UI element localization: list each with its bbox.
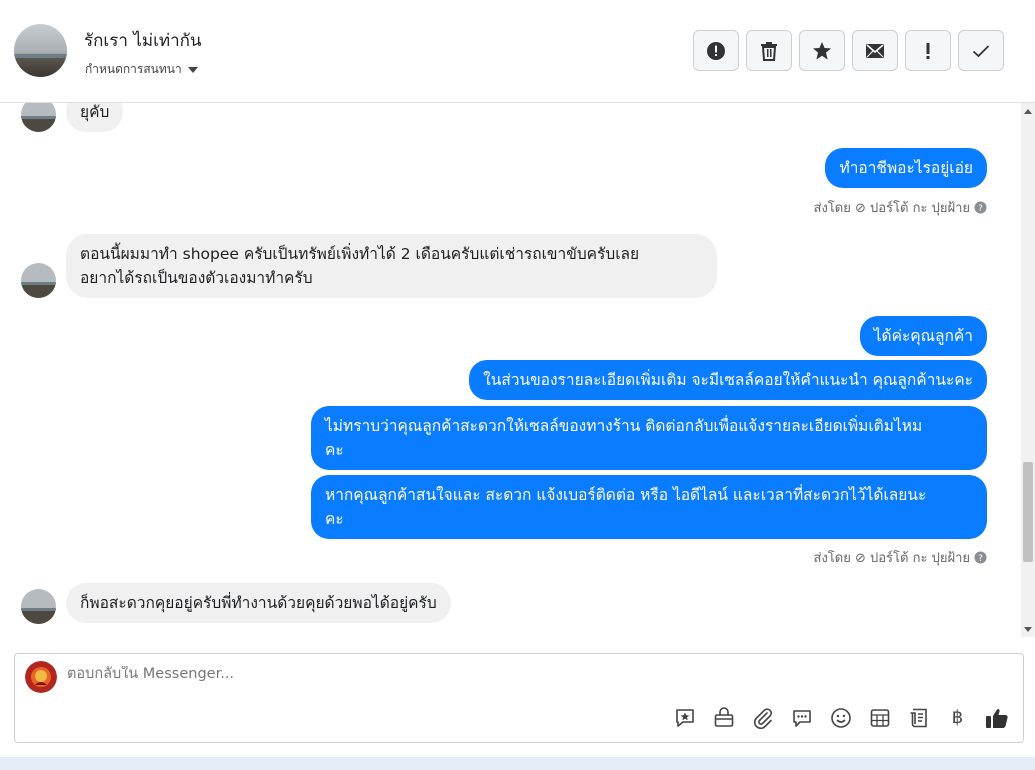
emoji-icon bbox=[830, 707, 851, 728]
emoji-button[interactable] bbox=[827, 704, 854, 731]
thumbs-up-icon bbox=[985, 708, 1008, 728]
paperclip-icon bbox=[753, 707, 772, 729]
message-bubble-incoming: ยุคับ bbox=[66, 103, 124, 132]
thread-scrollbar[interactable] bbox=[1021, 103, 1035, 637]
contact-name: รักเรา ไม่เท่ากัน bbox=[84, 31, 202, 51]
quick-reply-button[interactable] bbox=[788, 704, 815, 731]
svg-text:?: ? bbox=[978, 204, 983, 214]
envelope-icon bbox=[866, 43, 884, 58]
customer-avatar[interactable] bbox=[21, 103, 56, 132]
message-thread[interactable]: ยุคับ ทำอาชีพอะไรอยู่เอ่ย ส่งโดย ⊘ ปอร์โ… bbox=[0, 103, 1021, 637]
delete-button[interactable] bbox=[746, 30, 792, 71]
attach-button[interactable] bbox=[749, 704, 776, 731]
check-icon bbox=[972, 44, 990, 57]
scroll-down-icon[interactable] bbox=[1024, 627, 1032, 632]
scroll-thumb[interactable] bbox=[1023, 462, 1033, 562]
composer-toolbar: ฿ bbox=[671, 704, 1010, 731]
table-icon bbox=[870, 708, 889, 727]
message-bubble-outgoing: ได้ค่ะคุณลูกค้า bbox=[859, 316, 987, 356]
appointment-button[interactable] bbox=[866, 704, 893, 731]
reply-input[interactable] bbox=[67, 666, 967, 682]
important-button[interactable] bbox=[905, 30, 951, 71]
assign-label: กำหนดการสนทนา bbox=[85, 62, 182, 76]
help-icon[interactable]: ? bbox=[974, 201, 987, 214]
alert-circle-icon bbox=[707, 41, 725, 60]
saved-reply-button[interactable] bbox=[671, 704, 698, 731]
caret-down-icon bbox=[187, 66, 198, 73]
message-bubble-outgoing: ในส่วนของรายละเอียดเพิ่มเติม จะมีเซลล์คอ… bbox=[469, 360, 987, 400]
scroll-up-icon[interactable] bbox=[1024, 109, 1032, 114]
baht-icon: ฿ bbox=[951, 707, 964, 728]
shop-button[interactable] bbox=[710, 704, 737, 731]
conversation-header: รักเรา ไม่เท่ากัน กำหนดการสนทนา bbox=[0, 0, 1035, 103]
trash-icon bbox=[761, 41, 777, 61]
payment-button[interactable]: ฿ bbox=[944, 704, 971, 731]
exclamation-icon bbox=[926, 42, 930, 59]
help-icon[interactable]: ? bbox=[974, 551, 987, 564]
customer-avatar[interactable] bbox=[21, 589, 56, 624]
sent-by-label: ส่งโดย ⊘ ปอร์โต้ กะ ปุยฝ้าย ? bbox=[814, 197, 987, 218]
report-button[interactable] bbox=[693, 30, 739, 71]
message-bubble-incoming: ตอนนี้ผมมาทำ shopee ครับเป็นทรัพย์เพิ่งท… bbox=[66, 234, 717, 298]
message-bubble-outgoing: ทำอาชีพอะไรอยู่เอ่ย bbox=[825, 148, 987, 188]
reply-composer: ฿ bbox=[14, 653, 1024, 743]
star-button[interactable] bbox=[799, 30, 845, 71]
sent-by-label: ส่งโดย ⊘ ปอร์โต้ กะ ปุยฝ้าย ? bbox=[814, 547, 987, 568]
shopping-bag-icon bbox=[714, 706, 733, 727]
like-button[interactable] bbox=[983, 704, 1010, 731]
star-icon bbox=[813, 41, 831, 59]
mark-done-button[interactable] bbox=[958, 30, 1004, 71]
page-avatar bbox=[25, 661, 57, 693]
conversation-panel: รักเรา ไม่เท่ากัน กำหนดการสนทนา ยุคับ ทำ… bbox=[0, 0, 1035, 757]
mark-unread-button[interactable] bbox=[852, 30, 898, 71]
assign-conversation-dropdown[interactable]: กำหนดการสนทนา bbox=[85, 60, 198, 79]
message-bubble-outgoing: ไม่ทราบว่าคุณลูกค้าสะดวกให้เซลล์ของทางร้… bbox=[311, 406, 987, 470]
header-actions bbox=[693, 30, 1004, 71]
svg-text:?: ? bbox=[978, 554, 983, 564]
contact-avatar[interactable] bbox=[14, 24, 67, 77]
chat-bubble-icon bbox=[792, 709, 811, 727]
sent-by-text: ส่งโดย ⊘ ปอร์โต้ กะ ปุยฝ้าย bbox=[813, 551, 970, 566]
message-bubble-outgoing: หากคุณลูกค้าสนใจและ สะดวก แจ้งเบอร์ติดต่… bbox=[311, 475, 987, 539]
receipt-icon bbox=[910, 708, 927, 727]
saved-reply-icon bbox=[675, 708, 694, 727]
message-bubble-incoming: ก็พอสะดวกคุยอยู่ครับพี่ทำงานด้วยคุยด้วยพ… bbox=[66, 583, 451, 623]
order-button[interactable] bbox=[905, 704, 932, 731]
sent-by-text: ส่งโดย ⊘ ปอร์โต้ กะ ปุยฝ้าย bbox=[813, 201, 970, 216]
customer-avatar[interactable] bbox=[21, 263, 56, 298]
